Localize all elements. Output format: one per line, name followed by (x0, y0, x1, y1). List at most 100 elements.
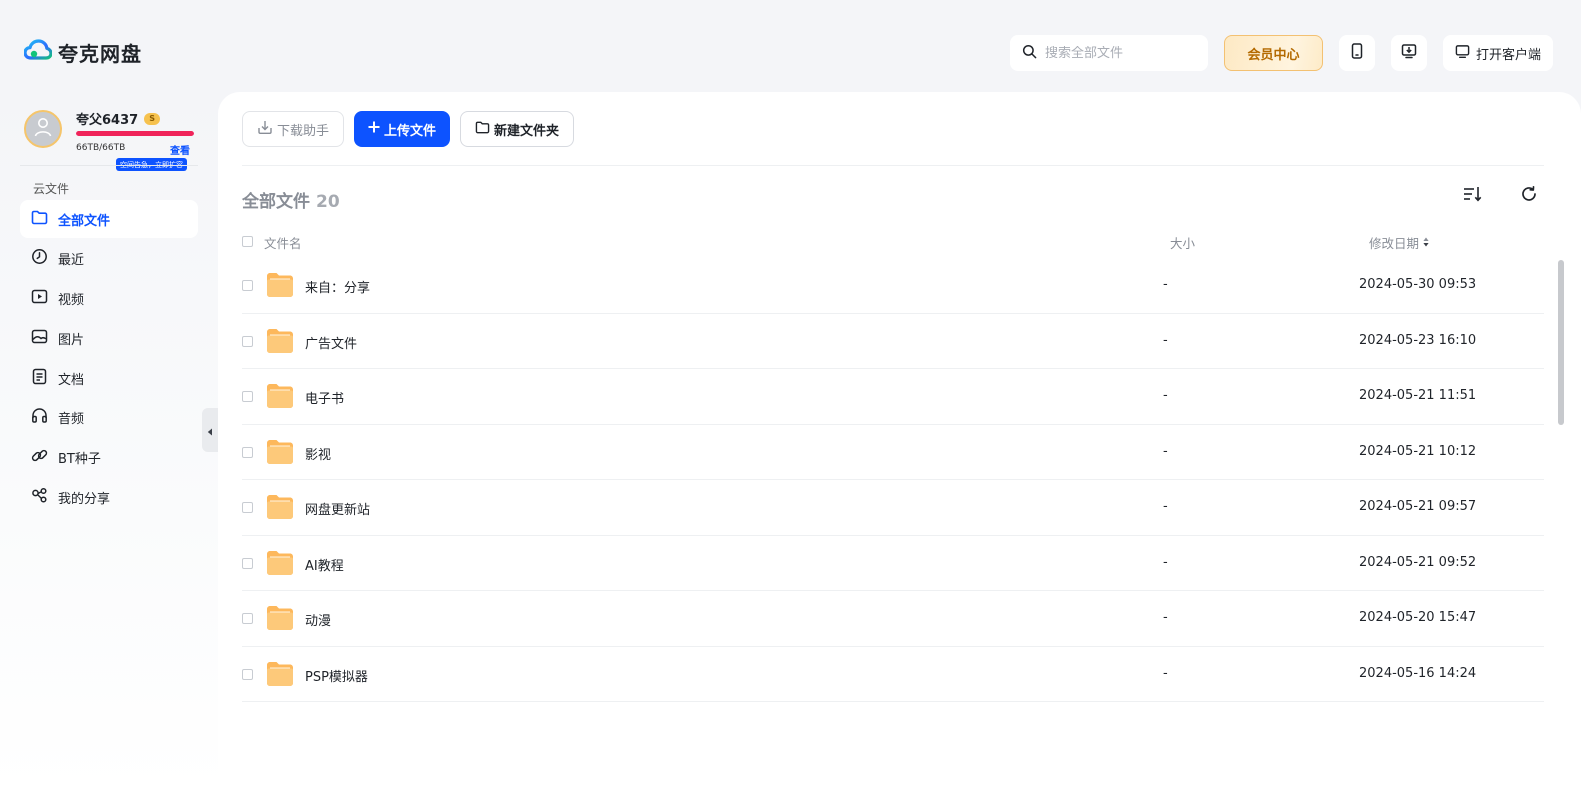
sidebar-item-all-files[interactable]: 全部文件 (20, 200, 198, 238)
search-icon (1022, 44, 1037, 63)
column-header-size[interactable]: 大小 (1170, 233, 1195, 252)
sidebar-item-recent[interactable]: 最近 (20, 240, 198, 278)
file-row[interactable]: 电子书 - 2024-05-21 11:51 (242, 369, 1544, 425)
open-client-button[interactable]: 打开客户端 (1442, 35, 1553, 71)
file-size: - (1163, 277, 1168, 292)
row-checkbox[interactable] (242, 502, 253, 513)
row-checkbox[interactable] (242, 280, 253, 291)
row-checkbox[interactable] (242, 446, 253, 458)
monitor-download-icon (1401, 43, 1417, 63)
headphones-icon (31, 407, 48, 428)
monitor-icon (1455, 44, 1470, 63)
sidebar-item-video[interactable]: 视频 (20, 280, 198, 318)
phone-icon (1350, 43, 1364, 63)
file-name: 来自：分享 (305, 281, 371, 296)
sidebar-item-label: 文档 (58, 372, 85, 388)
sidebar-item-audio[interactable]: 音频 (20, 399, 198, 437)
file-modified-date: 2024-05-30 09:53 (1359, 277, 1477, 292)
search-input[interactable] (1044, 45, 1195, 61)
sidebar-nav: 全部文件 最近 视频 图片 文档 音频 BT种子 我的分享 (20, 200, 198, 518)
sidebar: 夸父6437 S 66TB/66TB 查看 空间告急，立即扩容 云文件 全部文件… (0, 92, 218, 790)
caret-left-icon (207, 421, 213, 440)
file-name: 影视 (305, 447, 332, 463)
file-size: - (1163, 665, 1168, 681)
select-all-checkbox[interactable] (242, 236, 253, 247)
upload-file-button[interactable]: 上传文件 (354, 111, 451, 147)
download-client-button[interactable] (1390, 35, 1427, 71)
file-modified-date: 2024-05-23 16:10 (1359, 332, 1477, 348)
user-silhouette-icon (33, 116, 53, 142)
file-row[interactable]: PSP模拟器 - 2024-05-16 14:24 (242, 647, 1544, 702)
refresh-button[interactable] (1518, 185, 1540, 207)
row-checkbox[interactable] (242, 391, 253, 402)
file-size: - (1163, 554, 1168, 570)
folder-icon (266, 550, 294, 576)
file-name: PSP模拟器 (305, 669, 368, 685)
folder-icon (266, 272, 294, 298)
document-icon (31, 368, 48, 389)
sidebar-item-images[interactable]: 图片 (20, 319, 198, 357)
app-logo[interactable]: 夸克网盘 (23, 38, 142, 66)
storage-progress-fill (76, 131, 194, 136)
mobile-app-button[interactable] (1338, 35, 1375, 71)
files-count: 20 (316, 192, 340, 212)
folder-icon (266, 605, 294, 631)
row-checkbox[interactable] (242, 668, 253, 680)
sidebar-collapse-handle[interactable] (202, 408, 218, 452)
vip-center-button[interactable]: 会员中心 (1223, 35, 1323, 71)
plus-icon (368, 121, 380, 137)
row-checkbox[interactable] (242, 557, 253, 569)
list-tools (1462, 185, 1540, 207)
scrollbar[interactable] (1558, 260, 1564, 425)
download-helper-label: 下载助手 (277, 123, 330, 139)
file-name: 动漫 (305, 614, 332, 629)
sort-button[interactable] (1462, 185, 1484, 207)
file-row[interactable]: 动漫 - 2024-05-20 15:47 (242, 591, 1544, 647)
file-row[interactable]: 广告文件 - 2024-05-23 16:10 (242, 314, 1544, 369)
sidebar-section-label: 云文件 (33, 182, 70, 196)
storage-usage-text: 66TB/66TB (76, 143, 126, 153)
username: 夸父6437 S (76, 109, 161, 128)
sidebar-item-bt-torrent[interactable]: BT种子 (20, 439, 198, 477)
file-modified-date: 2024-05-16 14:24 (1359, 665, 1477, 681)
sidebar-item-documents[interactable]: 文档 (20, 359, 198, 397)
file-row[interactable]: 网盘更新站 - 2024-05-21 09:57 (242, 480, 1544, 536)
file-size: - (1163, 388, 1168, 403)
image-icon (31, 329, 48, 348)
file-toolbar: 下载助手 上传文件 新建文件夹 (242, 111, 575, 147)
column-header-name[interactable]: 文件名 (264, 233, 302, 252)
file-row[interactable]: 来自：分享 - 2024-05-30 09:53 (242, 258, 1544, 314)
main-panel: 下载助手 上传文件 新建文件夹 全部文件 20 文件名 大小 修改日期 来自：分… (218, 92, 1581, 790)
file-row[interactable]: AI教程 - 2024-05-21 09:52 (242, 536, 1544, 591)
files-title: 全部文件 (242, 192, 310, 212)
column-header-date-label: 修改日期 (1369, 236, 1420, 251)
app-logo-text: 夸克网盘 (58, 41, 142, 66)
upload-file-label: 上传文件 (384, 123, 437, 139)
link-icon (31, 447, 48, 468)
files-heading: 全部文件 20 (242, 187, 340, 212)
clock-icon (31, 248, 48, 269)
column-header-date[interactable]: 修改日期 (1369, 233, 1429, 252)
sidebar-item-label: 我的分享 (58, 492, 111, 508)
search-box[interactable] (1009, 35, 1208, 71)
view-storage-link[interactable]: 查看 (170, 142, 190, 157)
folder-icon (266, 383, 294, 409)
folder-icon (266, 494, 294, 520)
file-name: AI教程 (305, 558, 344, 574)
sidebar-item-label: 图片 (58, 332, 85, 348)
row-checkbox[interactable] (242, 335, 253, 347)
avatar[interactable] (24, 110, 62, 148)
sidebar-item-my-shares[interactable]: 我的分享 (20, 479, 198, 517)
row-checkbox[interactable] (242, 613, 253, 624)
download-helper-button[interactable]: 下载助手 (242, 111, 345, 147)
cloud-logo-icon (23, 39, 53, 65)
file-name: 电子书 (305, 392, 345, 407)
file-row[interactable]: 影视 - 2024-05-21 10:12 (242, 425, 1544, 480)
sort-toggle-icon (1423, 235, 1429, 250)
vip-level-icon: S (144, 112, 161, 125)
file-size: - (1163, 443, 1168, 459)
file-modified-date: 2024-05-21 10:12 (1359, 443, 1477, 459)
new-folder-button[interactable]: 新建文件夹 (460, 111, 575, 147)
sidebar-divider (20, 165, 198, 166)
folder-icon (266, 328, 294, 354)
